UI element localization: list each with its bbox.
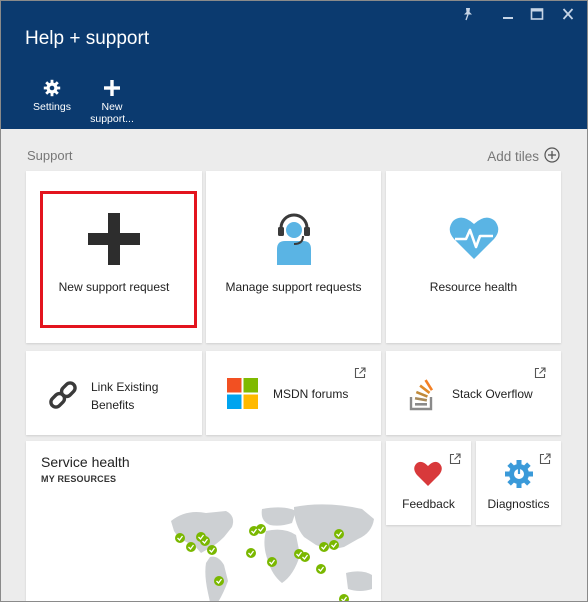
add-tiles-label: Add tiles xyxy=(487,149,539,164)
minimize-icon[interactable] xyxy=(497,7,519,25)
stack-overflow-tile[interactable]: Stack Overflow xyxy=(386,351,561,435)
settings-command[interactable]: Settings xyxy=(22,79,82,113)
blade-title: Help + support xyxy=(25,28,150,49)
close-icon[interactable] xyxy=(557,7,579,25)
feedback-label: Feedback xyxy=(402,497,455,511)
manage-support-requests-tile[interactable]: Manage support requests xyxy=(206,171,381,343)
new-support-command-label: New support... xyxy=(90,101,134,125)
microsoft-logo-icon xyxy=(227,378,258,414)
settings-command-label: Settings xyxy=(33,101,71,113)
add-tiles-button[interactable]: Add tiles xyxy=(487,147,560,166)
maximize-icon[interactable] xyxy=(526,7,548,25)
msdn-forums-label: MSDN forums xyxy=(273,387,349,401)
external-link-icon xyxy=(534,366,546,379)
pin-icon[interactable] xyxy=(457,7,479,25)
msdn-forums-tile[interactable]: MSDN forums xyxy=(206,351,381,435)
stack-overflow-icon xyxy=(409,377,437,416)
add-circle-icon xyxy=(544,147,560,166)
external-link-icon xyxy=(354,366,366,379)
status-ok-icon xyxy=(175,524,349,601)
health-heart-icon xyxy=(449,215,499,266)
heart-icon xyxy=(414,461,442,492)
diagnostics-tile[interactable]: Diagnostics xyxy=(476,441,561,525)
selection-highlight xyxy=(40,191,197,328)
service-health-tile[interactable]: Service health MY RESOURCES xyxy=(26,441,381,601)
help-support-blade: Help + support Settings New support... S… xyxy=(0,0,588,602)
resource-health-tile[interactable]: Resource health xyxy=(386,171,561,343)
resource-health-label: Resource health xyxy=(429,280,518,294)
link-existing-benefits-label: Link Existing Benefits xyxy=(91,380,159,412)
manage-support-requests-label: Manage support requests xyxy=(225,280,362,294)
link-existing-benefits-tile[interactable]: Link Existing Benefits xyxy=(26,351,202,435)
external-link-icon xyxy=(539,452,551,465)
diagnostics-label: Diagnostics xyxy=(487,497,550,511)
feedback-tile[interactable]: Feedback xyxy=(386,441,471,525)
external-link-icon xyxy=(449,452,461,465)
blade-header: Help + support Settings New support... xyxy=(1,1,587,129)
gear-icon xyxy=(22,79,82,99)
new-support-request-command[interactable]: New support... xyxy=(82,79,142,125)
link-chain-icon xyxy=(47,379,79,416)
diagnostics-gear-icon xyxy=(504,459,534,494)
plus-icon xyxy=(82,79,142,99)
section-label: Support xyxy=(27,148,73,163)
support-agent-icon xyxy=(276,211,312,270)
stack-overflow-label: Stack Overflow xyxy=(452,387,533,401)
